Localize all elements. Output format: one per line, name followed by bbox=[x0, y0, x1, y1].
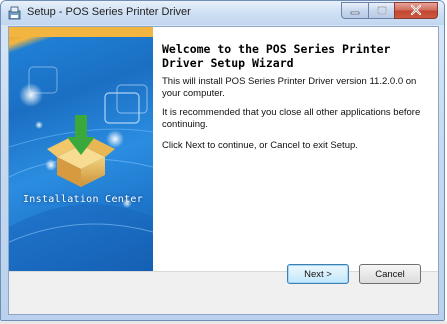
welcome-heading-line2: Driver Setup Wizard bbox=[162, 56, 294, 70]
close-button[interactable] bbox=[394, 2, 438, 19]
maximize-icon bbox=[376, 2, 387, 20]
setup-window: Setup - POS Series Printer Driver Instal… bbox=[0, 0, 445, 321]
installation-center-label: Installation Center bbox=[22, 194, 144, 205]
installation-box-icon bbox=[47, 115, 115, 187]
minimize-button[interactable] bbox=[341, 2, 368, 19]
welcome-heading: Welcome to the POS Series Printer Driver… bbox=[162, 42, 432, 70]
maximize-button[interactable] bbox=[368, 2, 394, 19]
window-controls bbox=[341, 2, 438, 20]
minimize-icon bbox=[350, 2, 360, 20]
continue-instruction-text: Click Next to continue, or Cancel to exi… bbox=[162, 140, 358, 151]
install-info-text: This will install POS Series Printer Dri… bbox=[162, 76, 417, 99]
wizard-side-panel: Installation Center bbox=[9, 27, 153, 271]
close-apps-text: It is recommended that you close all oth… bbox=[162, 107, 421, 130]
welcome-heading-line1: Welcome to the POS Series Printer bbox=[162, 42, 391, 56]
setup-app-icon[interactable] bbox=[7, 5, 23, 21]
next-button[interactable]: Next > bbox=[287, 264, 349, 284]
title-bar[interactable]: Setup - POS Series Printer Driver bbox=[1, 1, 444, 25]
cancel-button[interactable]: Cancel bbox=[359, 264, 421, 284]
close-icon bbox=[410, 2, 422, 20]
side-panel-art bbox=[9, 27, 153, 271]
window-title: Setup - POS Series Printer Driver bbox=[27, 6, 191, 18]
